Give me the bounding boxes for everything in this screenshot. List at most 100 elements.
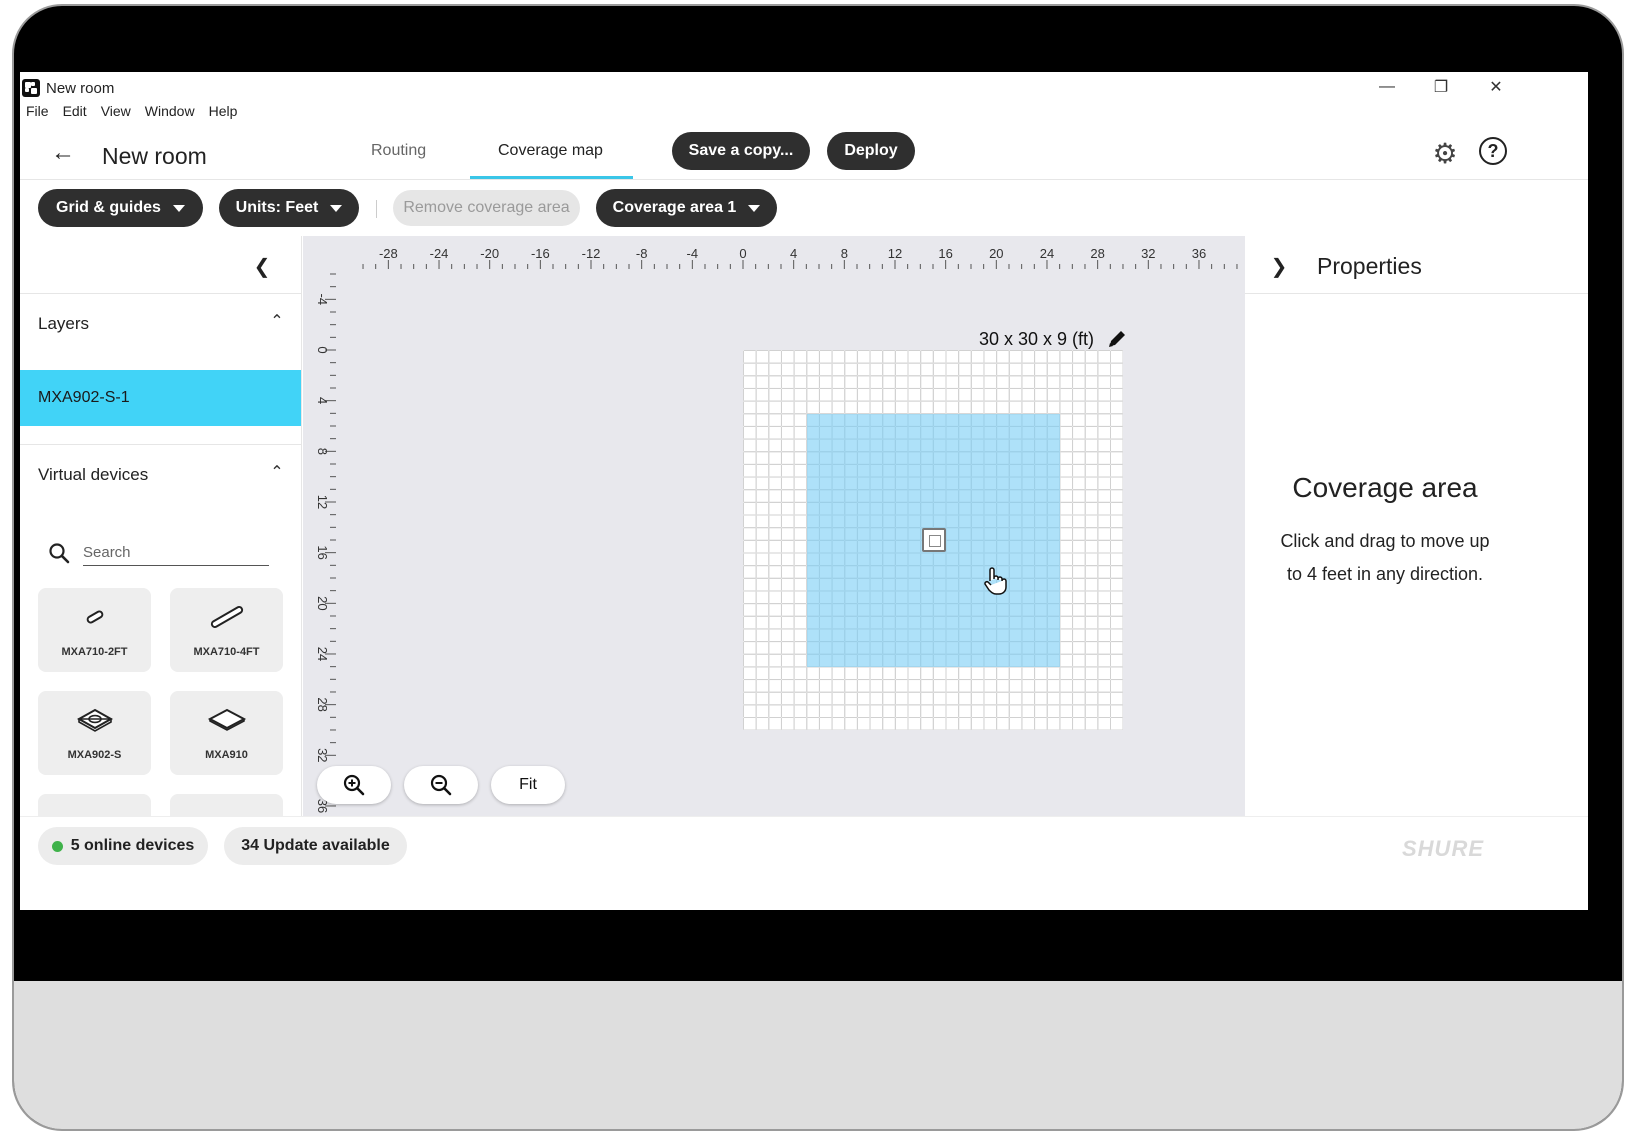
coverage-map-canvas[interactable]: -28 -24 -20 -16 -12 -8 -4 0 4 8 12 16 20 24 28 32 36 -4 0… xyxy=(303,236,1245,816)
pencil-icon[interactable] xyxy=(1106,328,1128,350)
properties-heading: Coverage area xyxy=(1292,472,1478,503)
toolbar-separator xyxy=(376,200,377,218)
ruler-label-x: 0 xyxy=(739,246,746,261)
ruler-label-x: 12 xyxy=(888,246,902,261)
device-label: MXA710-4FT xyxy=(193,646,260,658)
ruler-label-y: 24 xyxy=(315,647,330,661)
ruler-label-y: -4 xyxy=(315,294,330,306)
device-card-mxa710-4ft[interactable]: MXA710-4FT xyxy=(170,588,283,672)
bar-mic-long-icon xyxy=(210,606,243,628)
ruler-label-x: 28 xyxy=(1090,246,1104,261)
room-dimensions-label: 30 x 30 x 9 (ft) xyxy=(979,329,1095,349)
ruler-label-y: 32 xyxy=(315,748,330,762)
status-bar: 5 online devices 34 Update available SHU… xyxy=(20,816,1588,874)
updates-badge[interactable]: 34 Update available xyxy=(224,827,407,865)
ceiling-speaker-icon xyxy=(76,708,113,732)
properties-panel: ❯ Properties Coverage area Click and dra… xyxy=(1245,236,1588,816)
layers-title: Layers xyxy=(38,314,90,333)
ceiling-array-icon xyxy=(207,708,246,731)
tab-routing[interactable]: Routing xyxy=(371,142,426,160)
device-label: MXA710-2FT xyxy=(61,646,128,658)
active-tab-indicator xyxy=(470,176,633,179)
device-card-partial[interactable] xyxy=(38,794,151,816)
menu-file[interactable]: File xyxy=(26,103,49,119)
panel-divider xyxy=(1245,293,1588,294)
panel-divider xyxy=(20,444,301,445)
device-search-input[interactable] xyxy=(83,540,269,566)
layer-item[interactable]: MXA902-S-1 xyxy=(20,370,301,426)
ruler-label-x: -8 xyxy=(636,246,648,261)
minimize-icon[interactable]: — xyxy=(1372,76,1402,98)
menu-window[interactable]: Window xyxy=(145,103,195,119)
device-label: MXA910 xyxy=(205,749,248,761)
save-copy-button[interactable]: Save a copy... xyxy=(672,132,810,170)
device-card-partial[interactable] xyxy=(170,794,283,816)
ruler-label-x: -24 xyxy=(430,246,449,261)
device-card-mxa910[interactable]: MXA910 xyxy=(170,691,283,775)
menu-help[interactable]: Help xyxy=(209,103,238,119)
back-arrow-icon[interactable]: ← xyxy=(48,138,78,168)
ruler-label-x: 16 xyxy=(938,246,952,261)
device-card-mxa710-2ft[interactable]: MXA710-2FT xyxy=(38,588,151,672)
collapse-left-panel-icon[interactable]: ❮ xyxy=(250,254,274,278)
menu-bar: File Edit View Window Help xyxy=(26,103,237,119)
caret-down-icon xyxy=(172,204,185,212)
fit-button[interactable]: Fit xyxy=(491,766,565,804)
ruler-label-x: -28 xyxy=(379,246,398,261)
horizontal-ruler: -28 -24 -20 -16 -12 -8 -4 0 4 8 12 16 20 24 28 32 36 xyxy=(362,246,1238,269)
caret-down-icon xyxy=(330,204,343,212)
ruler-label-y: 12 xyxy=(315,495,330,509)
chevron-up-icon[interactable]: ⌃ xyxy=(266,461,288,483)
properties-title: Properties xyxy=(1317,253,1422,279)
ruler-label-x: 20 xyxy=(989,246,1003,261)
layer-item-label: MXA902-S-1 xyxy=(38,389,130,406)
app-window: New room — ❐ ✕ File Edit View Window Hel… xyxy=(20,72,1588,910)
gear-icon[interactable]: ⚙ xyxy=(1428,136,1462,170)
bar-mic-short-icon xyxy=(86,610,103,624)
search-icon xyxy=(49,543,70,564)
menu-edit[interactable]: Edit xyxy=(63,103,87,119)
ruler-label-x: 8 xyxy=(841,246,848,261)
chevron-right-icon[interactable]: ❯ xyxy=(1267,254,1291,278)
zoom-in-icon xyxy=(343,774,365,796)
coverage-area-label: Coverage area 1 xyxy=(612,199,737,216)
online-devices-badge[interactable]: 5 online devices xyxy=(38,827,208,865)
units-dropdown[interactable]: Units: Feet xyxy=(219,189,359,227)
tab-coverage-map[interactable]: Coverage map xyxy=(498,142,603,160)
restore-icon[interactable]: ❐ xyxy=(1426,76,1456,98)
virtual-devices-title: Virtual devices xyxy=(38,465,149,484)
units-label: Units: Feet xyxy=(235,199,319,216)
ruler-label-y: 16 xyxy=(315,545,330,559)
grid-guides-label: Grid & guides xyxy=(56,199,161,216)
left-panel: ❮ Layers ⌃ MXA902-S-1 Virtual devices ⌃ … xyxy=(20,236,302,816)
ruler-label-y: 4 xyxy=(315,397,330,404)
hand-cursor-icon xyxy=(984,567,1007,595)
ruler-label-x: -16 xyxy=(531,246,550,261)
device-marker[interactable] xyxy=(922,528,946,552)
grid-guides-dropdown[interactable]: Grid & guides xyxy=(38,189,203,227)
coverage-area-dropdown[interactable]: Coverage area 1 xyxy=(596,189,777,227)
ruler-label-y: 8 xyxy=(315,448,330,455)
ruler-label-y: 28 xyxy=(315,697,330,711)
ruler-label-x: 36 xyxy=(1192,246,1206,261)
close-icon[interactable]: ✕ xyxy=(1481,76,1511,98)
menu-view[interactable]: View xyxy=(101,103,131,119)
zoom-in-button[interactable] xyxy=(317,766,391,804)
properties-description: Click and drag to move up to 4 feet in a… xyxy=(1280,531,1490,584)
title-bar: New room — ❐ ✕ xyxy=(20,72,1588,98)
panel-divider xyxy=(20,293,301,294)
vertical-ruler: -404812162024283236 xyxy=(315,273,336,813)
ruler-label-y: 20 xyxy=(315,596,330,610)
zoom-out-button[interactable] xyxy=(404,766,478,804)
help-icon[interactable]: ? xyxy=(1479,137,1507,165)
device-card-mxa902-s[interactable]: MXA902-S xyxy=(38,691,151,775)
deploy-button[interactable]: Deploy xyxy=(827,132,915,170)
ruler-label-x: -20 xyxy=(480,246,499,261)
chevron-up-icon[interactable]: ⌃ xyxy=(266,310,288,332)
remove-coverage-area-button[interactable]: Remove coverage area xyxy=(393,190,580,226)
ruler-label-x: -12 xyxy=(582,246,601,261)
ruler-label-x: -4 xyxy=(687,246,699,261)
ruler-label-x: 24 xyxy=(1040,246,1054,261)
page-title: New room xyxy=(102,143,207,169)
ruler-label-y: 0 xyxy=(315,346,330,353)
